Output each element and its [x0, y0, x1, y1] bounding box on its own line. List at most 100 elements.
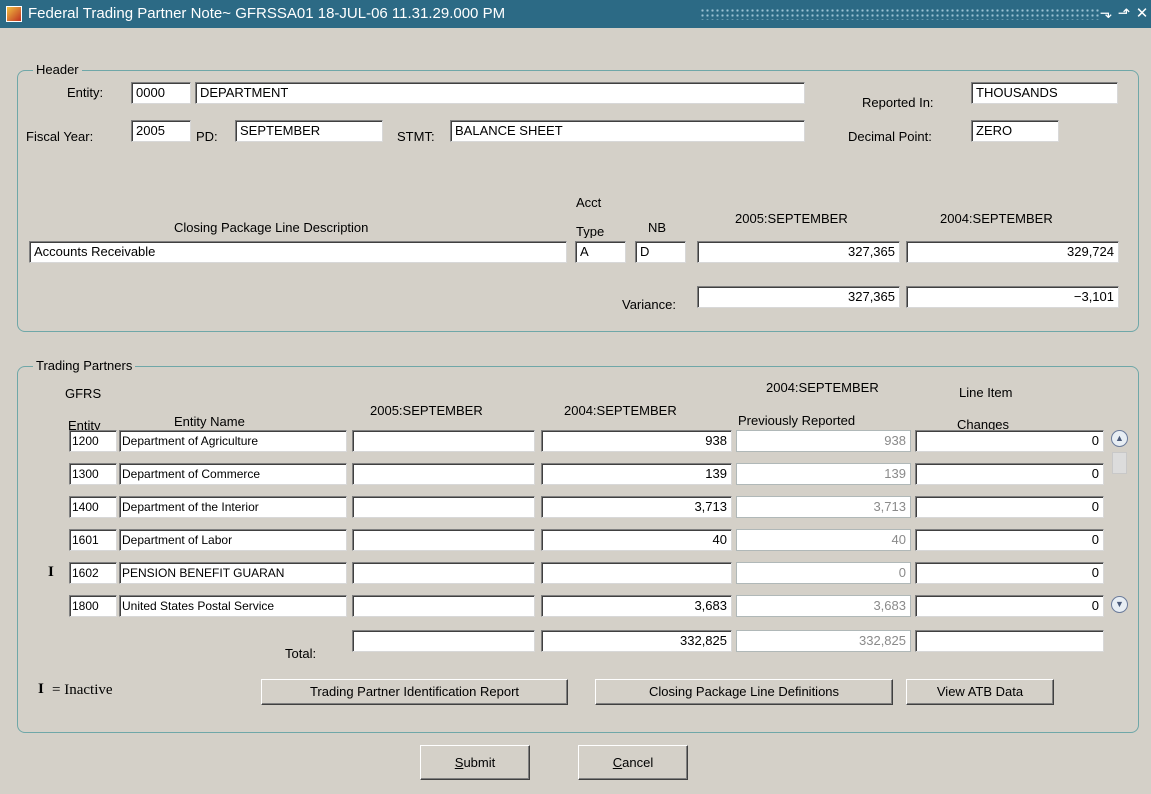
view-atb-button[interactable]: View ATB Data: [906, 679, 1054, 705]
fiscal-year-label: Fiscal Year:: [26, 129, 94, 144]
total-changes-field[interactable]: [915, 630, 1104, 652]
row-current-value[interactable]: [352, 496, 535, 518]
row-prior-value[interactable]: 139: [541, 463, 732, 485]
inactive-legend-text: = Inactive: [52, 682, 113, 698]
line-description-field[interactable]: Accounts Receivable: [29, 241, 567, 263]
row-entity-code[interactable]: 1400: [69, 496, 117, 518]
row-prev-reported[interactable]: 3,713: [736, 496, 911, 518]
row-entity-name[interactable]: PENSION BENEFIT GUARAN: [119, 562, 347, 584]
row-current-value[interactable]: [352, 562, 535, 584]
variance-label: Variance:: [622, 297, 676, 312]
submit-button[interactable]: Submit: [420, 745, 530, 780]
col-current-header: 2005:SEPTEMBER: [735, 211, 848, 226]
row-entity-name[interactable]: Department of Agriculture: [119, 430, 347, 452]
stmt-label: STMT:: [397, 129, 435, 144]
acct-type-field[interactable]: A: [575, 241, 626, 263]
row-prior-value[interactable]: [541, 562, 732, 584]
reported-in-field[interactable]: THOUSANDS: [971, 82, 1118, 104]
col-nb-header: NB: [648, 220, 667, 235]
entity-label: Entity:: [67, 85, 104, 100]
row-entity-name[interactable]: United States Postal Service: [119, 595, 347, 617]
row-entity-code[interactable]: 1602: [69, 562, 117, 584]
header-legend: Header: [33, 62, 82, 77]
row-entity-code[interactable]: 1800: [69, 595, 117, 617]
entity-name-field[interactable]: DEPARTMENT: [195, 82, 805, 104]
col-prev-reported-top-header: 2004:SEPTEMBER: [766, 380, 879, 395]
row-prior-value[interactable]: 938: [541, 430, 732, 452]
row-entity-name[interactable]: Department of Commerce: [119, 463, 347, 485]
variance-current-field[interactable]: 327,365: [697, 286, 900, 308]
col-prev-reported-header: Previously Reported: [738, 413, 856, 428]
col-type-header: Type: [576, 224, 605, 238]
row-current-value[interactable]: [352, 529, 535, 551]
inactive-legend-mark: I: [38, 681, 44, 697]
trading-partners-legend: Trading Partners: [33, 358, 136, 373]
row-entity-code[interactable]: 1601: [69, 529, 117, 551]
submit-label: ubmit: [463, 755, 496, 770]
row-prev-reported[interactable]: 139: [736, 463, 911, 485]
prior-value-field[interactable]: 329,724: [906, 241, 1119, 263]
row-current-value[interactable]: [352, 463, 535, 485]
cancel-label: ancel: [622, 755, 654, 770]
titlebar-pattern: [700, 8, 1100, 20]
col-acct-header: Acct: [576, 195, 602, 210]
trading-partner-report-button[interactable]: Trading Partner Identification Report: [261, 679, 568, 705]
reported-in-label: Reported In:: [862, 95, 934, 110]
nb-field[interactable]: D: [635, 241, 686, 263]
total-label: Total:: [285, 646, 317, 661]
col-changes-header: Changes: [957, 417, 1010, 430]
row-prior-value[interactable]: 3,683: [541, 595, 732, 617]
row-inactive-mark: I: [48, 564, 54, 580]
total-current-field[interactable]: [352, 630, 535, 652]
row-changes[interactable]: 0: [915, 529, 1104, 551]
row-changes[interactable]: 0: [915, 463, 1104, 485]
row-entity-name[interactable]: Department of Labor: [119, 529, 347, 551]
col-prior-header: 2004:SEPTEMBER: [564, 403, 677, 418]
col-prior-header: 2004:SEPTEMBER: [940, 211, 1053, 226]
row-current-value[interactable]: [352, 430, 535, 452]
maximize-icon[interactable]: ⬏: [1116, 4, 1132, 24]
minimize-icon[interactable]: ⬎: [1098, 4, 1114, 24]
cancel-button[interactable]: Cancel: [578, 745, 688, 780]
row-changes[interactable]: 0: [915, 562, 1104, 584]
variance-prior-field[interactable]: −3,101: [906, 286, 1119, 308]
app-icon: [6, 6, 22, 22]
row-changes[interactable]: 0: [915, 430, 1104, 452]
row-entity-name[interactable]: Department of the Interior: [119, 496, 347, 518]
scroll-down-icon[interactable]: ▼: [1111, 596, 1128, 613]
row-prior-value[interactable]: 3,713: [541, 496, 732, 518]
col-gfrs-header: GFRS: [65, 386, 102, 401]
row-prev-reported[interactable]: 40: [736, 529, 911, 551]
pd-label: PD:: [196, 129, 218, 144]
row-entity-code[interactable]: 1200: [69, 430, 117, 452]
row-prev-reported[interactable]: 3,683: [736, 595, 911, 617]
row-changes[interactable]: 0: [915, 496, 1104, 518]
scroll-up-icon[interactable]: ▲: [1111, 430, 1128, 447]
total-prev-field[interactable]: 332,825: [736, 630, 911, 652]
col-entity-name-header: Entity Name: [174, 414, 245, 429]
window-titlebar: Federal Trading Partner Note~ GFRSSA01 1…: [0, 0, 1151, 28]
col-description-header: Closing Package Line Description: [174, 220, 369, 235]
line-definitions-button[interactable]: Closing Package Line Definitions: [595, 679, 893, 705]
cancel-mnemonic: C: [612, 755, 623, 770]
close-icon[interactable]: ✕: [1134, 4, 1150, 24]
decimal-point-label: Decimal Point:: [848, 129, 932, 144]
row-entity-code[interactable]: 1300: [69, 463, 117, 485]
scrollbar-thumb[interactable]: [1112, 452, 1127, 474]
row-changes[interactable]: 0: [915, 595, 1104, 617]
fiscal-year-field[interactable]: 2005: [131, 120, 191, 142]
row-prev-reported[interactable]: 0: [736, 562, 911, 584]
current-value-field[interactable]: 327,365: [697, 241, 900, 263]
row-current-value[interactable]: [352, 595, 535, 617]
col-entity-header: Entity: [68, 418, 101, 430]
decimal-point-field[interactable]: ZERO: [971, 120, 1059, 142]
row-prior-value[interactable]: 40: [541, 529, 732, 551]
total-prior-field[interactable]: 332,825: [541, 630, 732, 652]
entity-code-field[interactable]: 0000: [131, 82, 191, 104]
stmt-field[interactable]: BALANCE SHEET: [450, 120, 805, 142]
col-current-header: 2005:SEPTEMBER: [370, 403, 483, 418]
row-prev-reported[interactable]: 938: [736, 430, 911, 452]
pd-field[interactable]: SEPTEMBER: [235, 120, 383, 142]
window-title: Federal Trading Partner Note~ GFRSSA01 1…: [28, 5, 506, 22]
col-line-item-header: Line Item: [959, 385, 1013, 400]
